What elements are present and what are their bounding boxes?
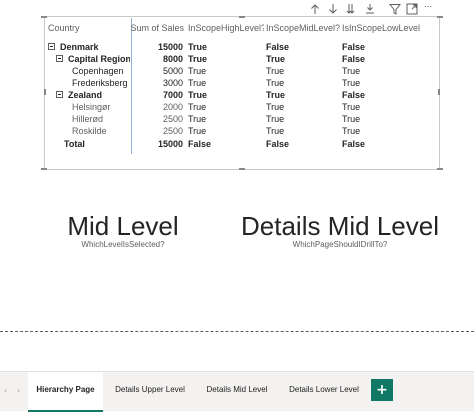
- column-header-high[interactable]: InScopeHighLevel?: [188, 18, 264, 38]
- row-label: Roskilde: [72, 126, 107, 136]
- row-label: Hillerød: [72, 114, 104, 124]
- collapse-icon[interactable]: [56, 55, 63, 62]
- card-value-level: Mid Level: [67, 211, 179, 241]
- row-low: False: [342, 54, 366, 64]
- tab-details-upper-level[interactable]: Details Upper Level: [106, 372, 194, 410]
- resize-handle[interactable]: [41, 168, 47, 170]
- expand-next-level-icon[interactable]: [364, 3, 376, 15]
- row-high: True: [188, 42, 208, 52]
- drill-down-icon[interactable]: [327, 3, 339, 15]
- row-mid: True: [266, 90, 286, 100]
- row-label: Total: [64, 139, 85, 149]
- tab-details-mid-level[interactable]: Details Mid Level: [198, 372, 276, 410]
- row-low: False: [342, 42, 366, 52]
- column-header-low[interactable]: IsInScopeLowLevel?: [342, 18, 420, 38]
- resize-handle[interactable]: [41, 16, 47, 18]
- row-sales: 2500: [162, 114, 183, 124]
- row-mid: True: [266, 66, 285, 76]
- row-sales: 2500: [162, 126, 183, 136]
- tab-hierarchy-page[interactable]: Hierarchy Page: [28, 372, 103, 412]
- page-boundary: [0, 331, 474, 332]
- row-low: True: [342, 126, 361, 136]
- row-mid: False: [266, 42, 290, 52]
- row-high: True: [188, 114, 207, 124]
- row-label: Denmark: [60, 42, 99, 52]
- resize-handle[interactable]: [239, 168, 245, 170]
- resize-handle[interactable]: [437, 168, 443, 170]
- resize-handle[interactable]: [438, 89, 440, 95]
- card-value-drill-page: Details Mid Level: [241, 211, 439, 241]
- row-label: Helsingør: [72, 102, 111, 112]
- page-tabs-bar: ‹ › Hierarchy Page Details Upper Level D…: [0, 371, 474, 412]
- row-sales: 5000: [162, 66, 183, 76]
- row-low: True: [342, 102, 361, 112]
- resize-handle[interactable]: [437, 16, 443, 18]
- row-high: False: [188, 139, 212, 149]
- matrix-visual[interactable]: Country Sum of Sales InScopeHighLevel? I…: [41, 16, 443, 170]
- row-sales: 7000: [162, 90, 183, 100]
- drill-up-icon[interactable]: [309, 3, 321, 15]
- row-mid: True: [266, 126, 285, 136]
- more-options-icon[interactable]: ...: [424, 0, 436, 11]
- row-high: True: [188, 78, 207, 88]
- row-high: True: [188, 90, 208, 100]
- row-high: True: [188, 66, 207, 76]
- collapse-icon[interactable]: [48, 43, 55, 50]
- tab-details-lower-level[interactable]: Details Lower Level: [280, 372, 368, 410]
- row-mid: False: [266, 139, 290, 149]
- add-page-button[interactable]: +: [371, 379, 393, 401]
- row-label: Zealand: [68, 90, 103, 100]
- expand-all-icon[interactable]: [345, 3, 357, 15]
- row-sales: 2000: [162, 102, 183, 112]
- row-sales: 15000: [157, 42, 183, 52]
- row-label: Capital Region: [68, 54, 130, 64]
- row-high: True: [188, 126, 207, 136]
- column-header-mid[interactable]: InScopeMidLevel?: [266, 18, 340, 38]
- collapse-icon[interactable]: [56, 91, 63, 98]
- row-low: True: [342, 114, 361, 124]
- row-low: False: [342, 90, 366, 100]
- row-low: True: [342, 78, 361, 88]
- row-mid: True: [266, 114, 285, 124]
- row-label: Copenhagen: [72, 66, 124, 76]
- row-mid: True: [266, 102, 285, 112]
- row-sales: 3000: [162, 78, 183, 88]
- tab-scroll-left-icon[interactable]: ‹: [4, 386, 7, 395]
- row-mid: True: [266, 78, 285, 88]
- row-low: False: [342, 139, 366, 149]
- focus-mode-icon[interactable]: [406, 3, 418, 15]
- column-header-sales[interactable]: Sum of Sales: [130, 18, 184, 38]
- row-high: True: [188, 102, 207, 112]
- row-mid: True: [266, 54, 286, 64]
- resize-handle[interactable]: [44, 89, 46, 95]
- tab-scroll-right-icon[interactable]: ›: [17, 386, 20, 395]
- column-header-country[interactable]: Country: [48, 18, 130, 38]
- card-label-level: WhichLevelIsSelected?: [81, 240, 165, 249]
- row-sales: 15000: [157, 139, 183, 149]
- row-low: True: [342, 66, 361, 76]
- filter-icon[interactable]: [389, 3, 401, 15]
- card-label-drill-page: WhichPageShouldIDrillTo?: [292, 240, 388, 249]
- row-label: Frederiksberg: [72, 78, 128, 88]
- row-sales: 8000: [162, 54, 183, 64]
- row-high: True: [188, 54, 208, 64]
